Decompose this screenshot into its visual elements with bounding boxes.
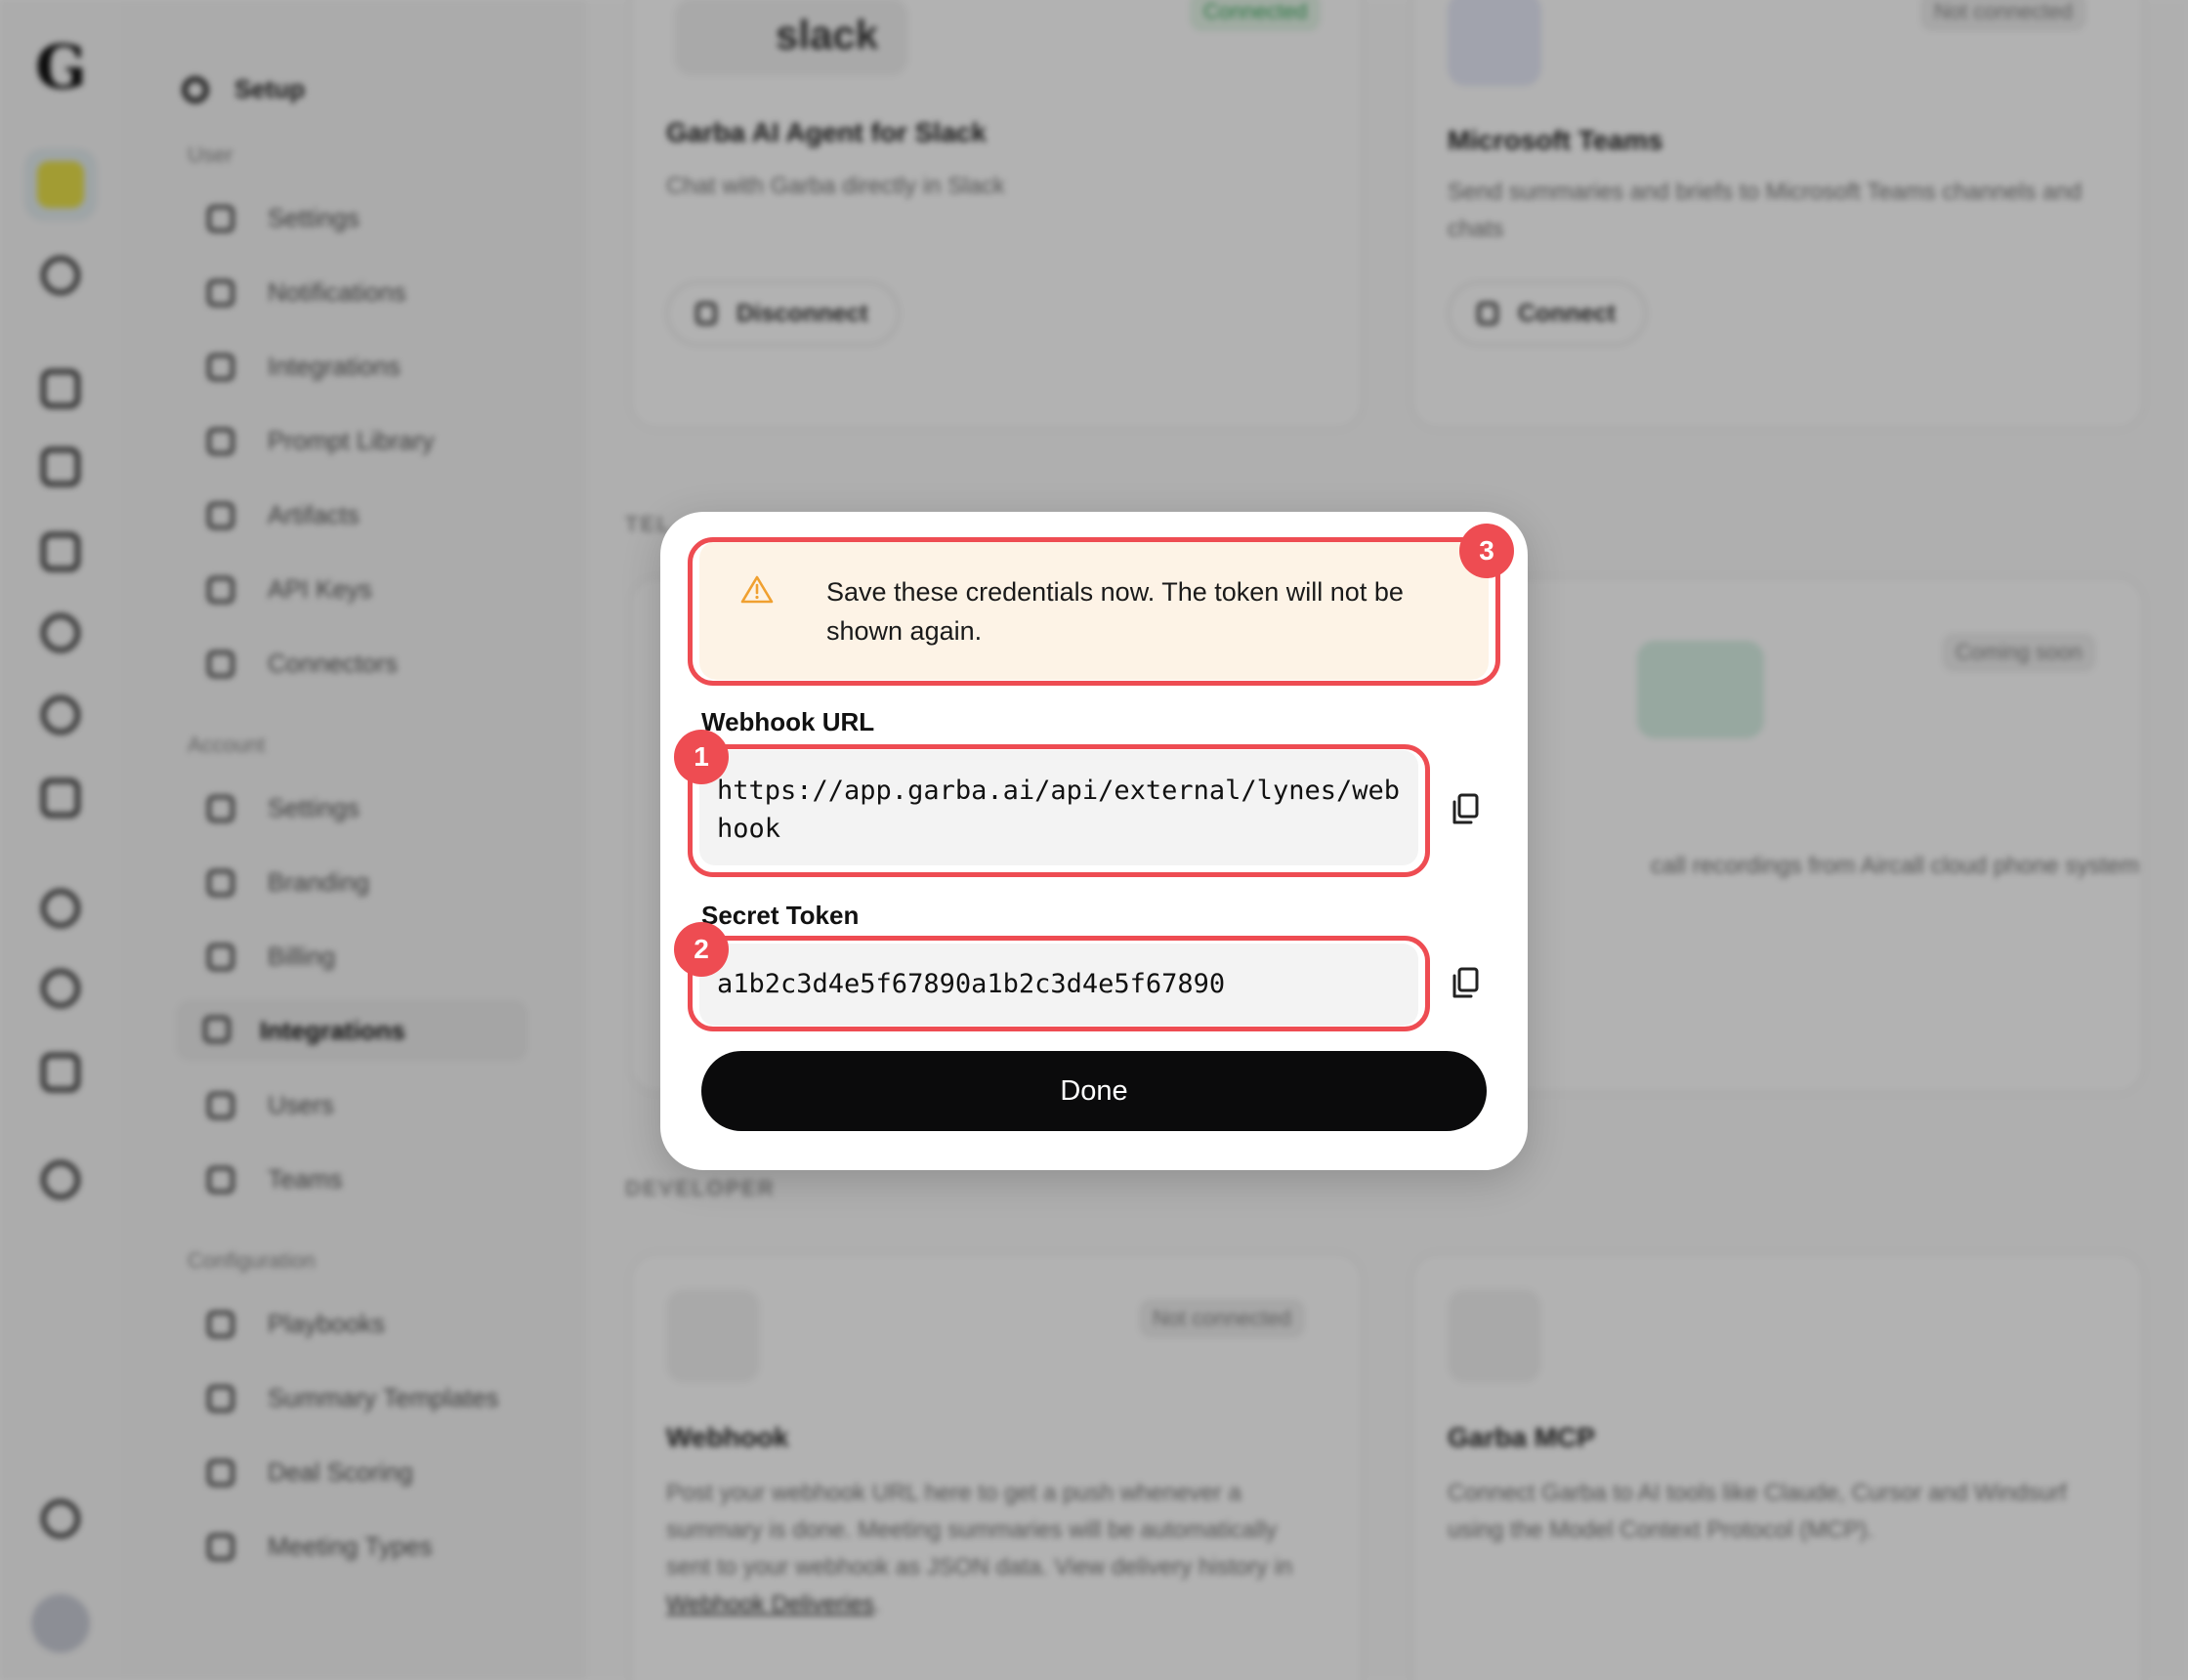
warning-banner: Save these credentials now. The token wi… bbox=[699, 541, 1489, 680]
secret-token-field[interactable]: a1b2c3d4e5f67890a1b2c3d4e5f67890 bbox=[699, 944, 1418, 1026]
annotation-marker-1: 1 bbox=[674, 730, 729, 784]
warning-icon bbox=[740, 575, 774, 604]
warning-text: Save these credentials now. The token wi… bbox=[826, 577, 1404, 646]
copy-webhook-url-button[interactable] bbox=[1442, 785, 1491, 834]
copy-icon bbox=[1452, 967, 1479, 998]
copy-secret-token-button[interactable] bbox=[1442, 959, 1491, 1008]
done-button[interactable]: Done bbox=[701, 1051, 1487, 1131]
copy-icon bbox=[1452, 793, 1479, 824]
annotation-marker-2: 2 bbox=[674, 922, 729, 977]
secret-token-label: Secret Token bbox=[701, 901, 860, 930]
webhook-url-label: Webhook URL bbox=[701, 707, 875, 736]
webhook-url-field[interactable]: https://app.garba.ai/api/external/lynes/… bbox=[699, 750, 1418, 865]
annotation-marker-3: 3 bbox=[1459, 524, 1514, 578]
credentials-modal: Save these credentials now. The token wi… bbox=[660, 512, 1528, 1170]
